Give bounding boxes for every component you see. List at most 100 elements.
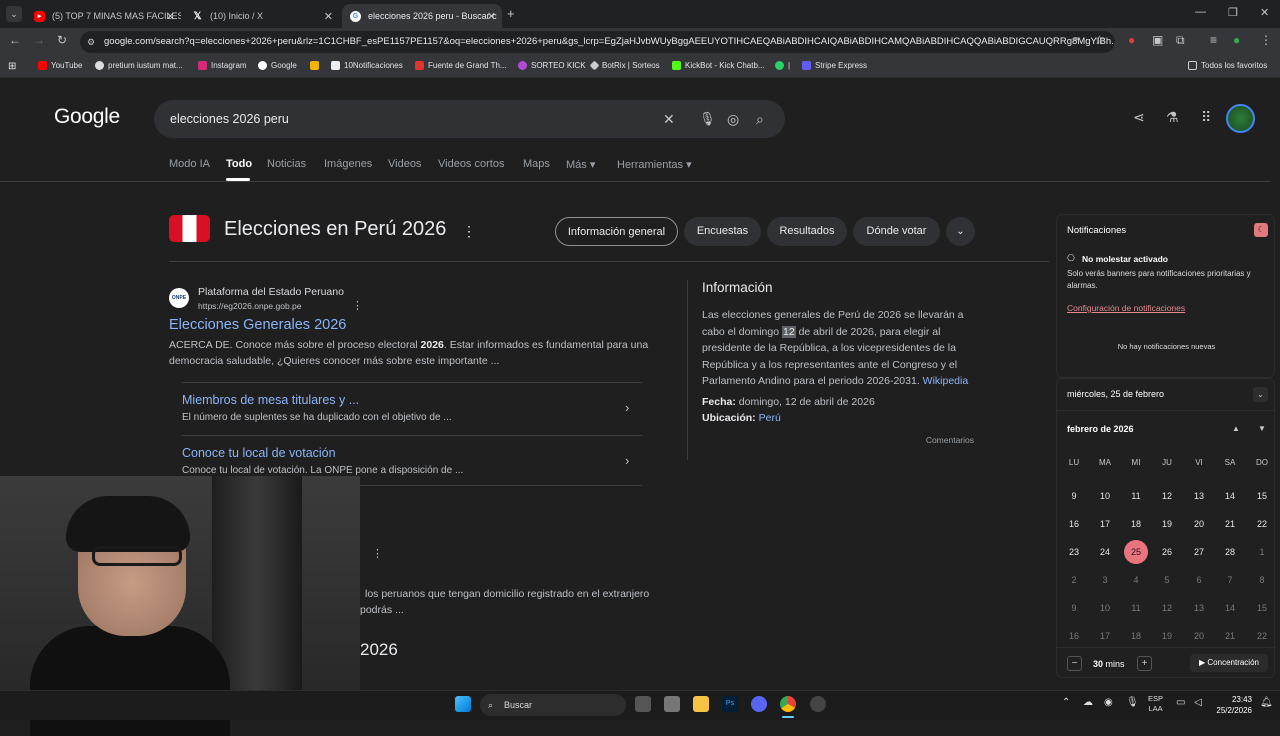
calendar-day[interactable]: 2 — [1062, 568, 1086, 592]
tray-chevron-icon[interactable]: ⌃ — [1062, 697, 1070, 708]
tab-videos-cortos[interactable]: Videos cortos — [438, 158, 504, 170]
partial-result-title[interactable]: 2026 — [360, 640, 398, 660]
calendar-day[interactable]: 17 — [1093, 624, 1117, 648]
clock[interactable]: 23:43 25/2/2026 — [1212, 694, 1252, 716]
windows-start-icon[interactable] — [455, 696, 471, 712]
calendar-day[interactable]: 23 — [1062, 540, 1086, 564]
app-notify-icon[interactable] — [810, 696, 826, 712]
calendar-day[interactable]: 16 — [1062, 512, 1086, 536]
menu-icon[interactable]: ⋮ — [1260, 33, 1272, 47]
file-explorer-icon[interactable] — [693, 696, 709, 712]
bookmark-whatsapp[interactable]: | — [775, 61, 790, 70]
tab-mas[interactable]: Más ▾ — [566, 158, 595, 171]
calendar-day[interactable]: 19 — [1155, 624, 1179, 648]
network-icon[interactable]: ▭ — [1176, 697, 1185, 708]
focus-plus-button[interactable]: + — [1137, 656, 1152, 671]
new-tab-button[interactable]: + — [507, 6, 515, 21]
reload-icon[interactable]: ↻ — [57, 33, 67, 47]
calendar-day[interactable]: 21 — [1218, 512, 1242, 536]
chevron-right-icon[interactable]: › — [625, 453, 629, 468]
lens-icon[interactable]: ◎ — [727, 111, 739, 128]
calendar-day[interactable]: 7 — [1218, 568, 1242, 592]
bookmarks-folder[interactable]: Todos los favoritos — [1188, 61, 1267, 70]
calendar-day[interactable]: 1 — [1250, 540, 1274, 564]
close-icon[interactable]: ✕ — [487, 10, 496, 23]
tray-cloud-icon[interactable]: ☁ — [1083, 697, 1093, 708]
apps-icon[interactable]: ⊞ — [8, 61, 16, 72]
bookmark-star-icon[interactable]: ☆ — [1094, 33, 1105, 47]
tab-imagenes[interactable]: Imágenes — [324, 158, 372, 170]
calendar-day[interactable]: 8 — [1250, 568, 1274, 592]
tab-modo-ia[interactable]: Modo IA — [169, 158, 210, 170]
search-icon[interactable]: ⌕ — [756, 111, 764, 128]
photoshop-icon[interactable]: Ps — [722, 696, 738, 712]
calendar-day[interactable]: 16 — [1062, 624, 1086, 648]
collapse-calendar-icon[interactable]: ⌄ — [1253, 387, 1268, 402]
taskbar-search[interactable]: ⌕ Buscar — [480, 694, 626, 716]
site-info-icon[interactable]: ⚙ — [87, 31, 95, 53]
chip-encuestas[interactable]: Encuestas — [684, 217, 761, 246]
tab-todo[interactable]: Todo — [226, 158, 252, 170]
chevron-right-icon[interactable]: › — [625, 400, 629, 415]
calendar-day[interactable]: 26 — [1155, 540, 1179, 564]
calendar-day[interactable]: 20 — [1187, 512, 1211, 536]
calendar-day[interactable]: 21 — [1218, 624, 1242, 648]
apps-grid-icon[interactable]: ⠿ — [1201, 109, 1211, 126]
calendar-day[interactable]: 12 — [1155, 484, 1179, 508]
app-icon[interactable] — [664, 696, 680, 712]
extension-red-icon[interactable]: ● — [1128, 33, 1135, 47]
calendar-day[interactable]: 4 — [1124, 568, 1148, 592]
bookmark-instagram[interactable]: Instagram — [198, 61, 247, 70]
result-menu-icon[interactable]: ⋮ — [352, 299, 363, 312]
labs-icon[interactable]: ⚗ — [1166, 109, 1179, 126]
calendar-day[interactable]: 13 — [1187, 484, 1211, 508]
close-icon[interactable]: ✕ — [166, 10, 175, 23]
notification-bell-icon[interactable]: 🔔︎ — [1260, 697, 1273, 708]
back-icon[interactable]: ← — [9, 33, 21, 47]
result-menu-icon[interactable]: ⋮ — [372, 547, 383, 560]
more-options-icon[interactable]: ⋮ — [462, 223, 476, 240]
calendar-day[interactable]: 6 — [1187, 568, 1211, 592]
calendar-day[interactable]: 17 — [1093, 512, 1117, 536]
bookmark-grand-theft[interactable]: Fuente de Grand Th... — [415, 61, 507, 70]
bookmark-google[interactable]: Google — [258, 61, 297, 70]
google-logo[interactable]: Google — [54, 105, 120, 129]
calendar-day[interactable]: 18 — [1124, 512, 1148, 536]
prev-month-icon[interactable]: ▲ — [1232, 424, 1240, 433]
tab-maps[interactable]: Maps — [523, 158, 550, 170]
calendar-day[interactable]: 5 — [1155, 568, 1179, 592]
focus-button[interactable]: ▶ Concentración — [1190, 654, 1268, 672]
bookmark-pretium[interactable]: pretium iustum mat... — [95, 61, 183, 70]
calendar-day[interactable]: 22 — [1250, 512, 1274, 536]
address-bar[interactable]: ⚙ google.com/search?q=elecciones+2026+pe… — [80, 31, 1115, 53]
tab-herramientas[interactable]: Herramientas ▾ — [617, 158, 692, 171]
extensions-puzzle-icon[interactable]: ⧉ — [1176, 33, 1185, 48]
calendar-day[interactable]: 14 — [1218, 484, 1242, 508]
tab-videos[interactable]: Videos — [388, 158, 421, 170]
calendar-day[interactable]: 12 — [1155, 596, 1179, 620]
calendar-day[interactable]: 24 — [1093, 540, 1117, 564]
mic-icon[interactable]: 🎙︎ — [699, 111, 716, 127]
result-site-name[interactable]: Plataforma del Estado Peruano — [198, 286, 344, 298]
calendar-day[interactable]: 28 — [1218, 540, 1242, 564]
calendar-day[interactable]: 15 — [1250, 484, 1274, 508]
close-window-icon[interactable]: ✕ — [1260, 6, 1269, 19]
calendar-day[interactable]: 22 — [1250, 624, 1274, 648]
chip-resultados[interactable]: Resultados — [767, 217, 847, 246]
close-icon[interactable]: ✕ — [324, 10, 333, 23]
calendar-day[interactable]: 11 — [1124, 484, 1148, 508]
bookmark-youtube[interactable]: YouTube — [38, 61, 82, 70]
chip-donde-votar[interactable]: Dónde votar — [853, 217, 940, 246]
next-month-icon[interactable]: ▼ — [1258, 424, 1266, 433]
calendar-day[interactable]: 10 — [1093, 484, 1117, 508]
sublink-local-votacion[interactable]: Conoce tu local de votación — [182, 446, 336, 460]
calendar-month[interactable]: febrero de 2026 — [1067, 424, 1134, 434]
media-icon[interactable]: ≡ — [1210, 33, 1217, 47]
result-title[interactable]: Elecciones Generales 2026 — [169, 317, 346, 333]
sublink-miembros-mesa[interactable]: Miembros de mesa titulares y ... — [182, 393, 359, 407]
focus-minus-button[interactable]: − — [1067, 656, 1082, 671]
profile-icon[interactable]: ● — [1233, 33, 1240, 47]
bookmark-10notificaciones[interactable]: 10Notificaciones — [331, 61, 403, 70]
tray-mic-icon[interactable]: 🎙︎ — [1126, 697, 1139, 708]
peru-link[interactable]: Perú — [759, 412, 781, 424]
